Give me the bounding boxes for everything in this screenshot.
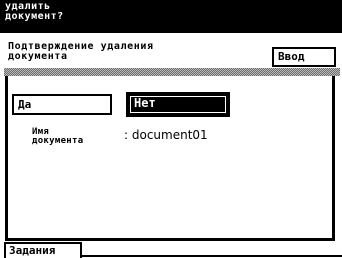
header-divider bbox=[4, 68, 340, 76]
document-name-label: Имя документа bbox=[32, 127, 84, 146]
enter-button[interactable]: Ввод bbox=[272, 47, 336, 67]
no-button[interactable]: Нет bbox=[126, 92, 230, 117]
top-bar: удалить документ? bbox=[0, 0, 342, 33]
jobs-tab[interactable]: Задания bbox=[4, 242, 82, 258]
yes-button[interactable]: Да bbox=[12, 94, 112, 115]
document-name-value: : document01 bbox=[124, 128, 208, 142]
bottom-divider bbox=[82, 255, 342, 257]
prompt-title: удалить документ? bbox=[5, 1, 64, 22]
screen-title: Подтверждение удаления документа bbox=[8, 41, 154, 62]
